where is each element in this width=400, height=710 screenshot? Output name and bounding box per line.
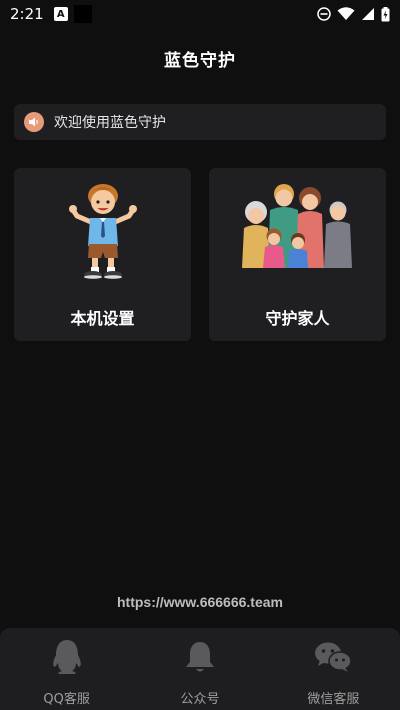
qq-penguin-icon <box>51 638 83 676</box>
status-time: 2:21 <box>10 5 44 23</box>
wechat-icon <box>314 638 353 676</box>
do-not-disturb-icon <box>317 7 331 21</box>
guard-family-card[interactable]: 守护家人 <box>209 168 386 341</box>
status-icons <box>317 6 390 22</box>
status-bar: 2:21 A <box>0 0 400 28</box>
website-url[interactable]: https://www.666666.team <box>0 594 400 610</box>
bell-icon <box>184 638 216 676</box>
speaker-icon <box>24 112 44 132</box>
battery-charging-icon <box>381 6 390 21</box>
family-illustration <box>209 176 386 286</box>
nav-label-qq-service: QQ客服 <box>43 692 90 707</box>
wifi-icon <box>337 7 355 20</box>
local-settings-card[interactable]: 本机设置 <box>14 168 191 341</box>
nav-item-wechat-service[interactable]: 微信客服 <box>267 628 400 710</box>
page-title: 蓝色守护 <box>164 51 236 71</box>
welcome-notice: 欢迎使用蓝色守护 <box>14 104 386 140</box>
nav-label-wechat-service: 微信客服 <box>307 692 360 707</box>
nav-label-official-account: 公众号 <box>180 692 220 707</box>
notification-black-icon <box>73 5 92 23</box>
nav-item-official-account[interactable]: 公众号 <box>133 628 266 710</box>
notification-a-icon: A <box>53 7 68 21</box>
notice-text: 欢迎使用蓝色守护 <box>54 115 166 131</box>
boy-illustration <box>14 176 191 286</box>
bottom-nav: QQ客服 公众号 微信客服 <box>0 628 400 710</box>
local-settings-label: 本机设置 <box>70 309 135 328</box>
guard-family-label: 守护家人 <box>265 309 330 328</box>
signal-icon <box>362 8 374 20</box>
nav-item-qq-service[interactable]: QQ客服 <box>0 628 133 710</box>
